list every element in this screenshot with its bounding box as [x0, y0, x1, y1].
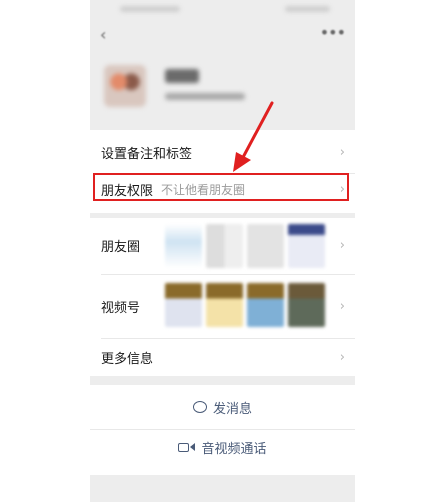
chat-bubble-icon	[192, 401, 207, 413]
video-call-label: 音视频通话	[201, 441, 267, 457]
channel-thumb	[288, 283, 325, 327]
status-left-blurred	[120, 6, 180, 12]
remark-label: 设置备注和标签	[101, 146, 193, 162]
channel-thumb	[247, 283, 284, 327]
channels-label: 视频号	[101, 300, 141, 316]
more-info-row[interactable]: 更多信息 ›	[90, 342, 355, 372]
divider	[90, 429, 355, 430]
profile-header	[90, 45, 355, 130]
moment-thumb	[247, 224, 284, 268]
content-card: 朋友圈 › 视频号 › 更多信息 ›	[90, 218, 355, 376]
moment-thumb	[165, 224, 202, 268]
back-icon[interactable]: ‹	[100, 25, 106, 44]
more-info-label: 更多信息	[101, 351, 154, 367]
divider	[101, 274, 355, 275]
moments-label: 朋友圈	[101, 239, 141, 255]
channel-thumb	[206, 283, 243, 327]
channel-thumb	[165, 283, 202, 327]
video-call-button[interactable]: 音视频通话	[90, 432, 355, 462]
send-message-label: 发消息	[212, 401, 252, 417]
chevron-right-icon: ›	[339, 237, 345, 253]
chevron-right-icon: ›	[339, 349, 345, 365]
highlight-box	[93, 173, 349, 201]
more-icon[interactable]: •••	[320, 23, 346, 42]
send-message-button[interactable]: 发消息	[90, 392, 355, 422]
remark-row[interactable]: 设置备注和标签 ›	[90, 139, 355, 165]
channels-thumbnails[interactable]	[165, 283, 325, 327]
video-camera-icon	[178, 442, 196, 452]
chevron-right-icon: ›	[339, 298, 345, 314]
action-panel: 发消息 音视频通话	[90, 385, 355, 475]
divider	[101, 338, 355, 339]
contact-id-blurred	[165, 93, 245, 100]
moments-thumbnails[interactable]	[165, 224, 325, 268]
contact-name-blurred	[165, 69, 199, 83]
moment-thumb	[288, 224, 325, 268]
phone-screen: ‹ ••• 设置备注和标签 › 朋友权限 不让他看朋友圈 › 朋友圈 › 视频号…	[90, 0, 355, 502]
chevron-right-icon: ›	[339, 144, 345, 160]
avatar[interactable]	[104, 65, 146, 107]
status-bar	[90, 0, 355, 20]
moment-thumb	[206, 224, 243, 268]
status-right-blurred	[285, 6, 330, 12]
top-bar: ‹ •••	[90, 23, 355, 45]
